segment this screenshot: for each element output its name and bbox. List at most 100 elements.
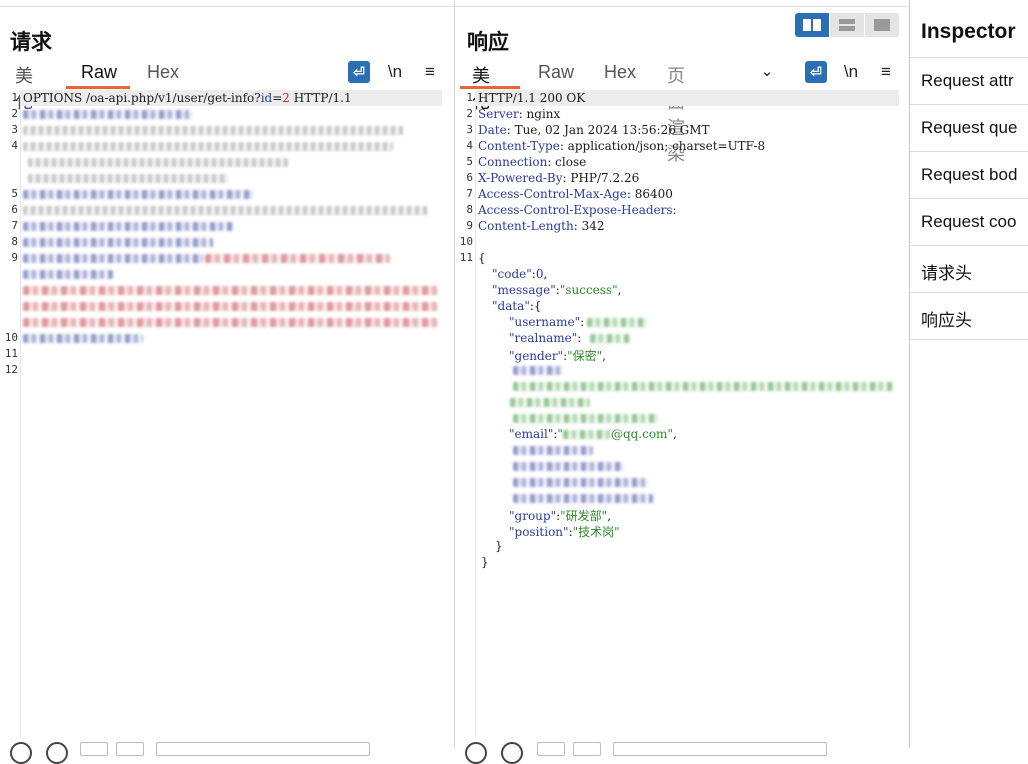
response-newline-toggle[interactable]: \n — [840, 61, 862, 83]
header-value: Tue, 02 Jan 2024 13:56:26 GMT — [510, 123, 710, 137]
header-name: Date — [478, 123, 507, 137]
response-search-input[interactable] — [613, 742, 827, 756]
json-group: "group":"研发部", — [509, 509, 612, 523]
request-newline-toggle[interactable]: \n — [384, 61, 406, 83]
single-pane-icon[interactable] — [865, 13, 899, 37]
response-gutter: 1 2 3 4 5 6 7 8 9 10 11 — [455, 90, 476, 738]
line-number: 4 — [11, 139, 18, 152]
json-position: "position":"技术岗" — [509, 525, 620, 539]
request-wrap-icon[interactable]: ⏎ — [348, 61, 370, 83]
json-key: "group" — [509, 509, 557, 523]
forward-button[interactable] — [573, 742, 601, 756]
json-value: "研发部" — [560, 509, 608, 523]
redacted-field — [513, 478, 648, 487]
request-path: /oa-api.php/v1/user/get-info? — [82, 91, 261, 105]
inspector-pane: Inspector Request attr Request que Reque… — [910, 0, 1028, 748]
line-number: 6 — [11, 203, 18, 216]
json-key: "message" — [492, 283, 556, 297]
help-icon[interactable] — [10, 742, 32, 764]
request-active-tab-indicator — [66, 86, 130, 89]
inspector-item-request-attributes[interactable]: Request attr — [910, 57, 1028, 104]
response-editor[interactable]: 1 2 3 4 5 6 7 8 9 10 11 HTTP/1.1 200 OK … — [455, 90, 909, 738]
redacted-field — [513, 462, 623, 471]
json-key: "username" — [509, 315, 581, 329]
json-email: "email":" @qq.com", — [509, 427, 677, 441]
response-tab-hex[interactable]: Hex — [604, 62, 636, 83]
redacted-header — [205, 254, 390, 263]
redacted-header — [23, 238, 213, 247]
json-message: "message":"success", — [492, 283, 622, 297]
response-tabs-more-icon[interactable]: ⌄ — [756, 61, 778, 83]
request-tab-hex[interactable]: Hex — [147, 62, 179, 83]
redacted-value — [590, 334, 630, 343]
forward-button[interactable] — [116, 742, 144, 756]
line-number: 3 — [466, 123, 473, 136]
header-name: Access-Control-Expose-Headers — [478, 203, 673, 217]
request-bottom-bar — [0, 738, 454, 764]
inspector-item-label: 请求头 — [921, 264, 972, 283]
header-name: Content-Length — [478, 219, 574, 233]
response-menu-icon[interactable]: ≡ — [875, 61, 897, 83]
back-button[interactable] — [80, 742, 108, 756]
header-name: X-Powered-By — [478, 171, 563, 185]
header-name: Access-Control-Max-Age — [478, 187, 627, 201]
response-header: Access-Control-Expose-Headers: — [478, 203, 677, 217]
response-header: Server: nginx — [478, 107, 561, 121]
split-columns-icon[interactable] — [795, 13, 829, 37]
header-value: 86400 — [630, 187, 673, 201]
response-pane: 响应 美化 Raw Hex 页面渲染 ⌄ ⏎ \n ≡ 1 2 3 4 5 6 … — [455, 0, 910, 764]
request-title: 请求 — [10, 31, 52, 54]
response-tab-raw[interactable]: Raw — [538, 62, 574, 83]
inspector-item-request-cookies[interactable]: Request coo — [910, 198, 1028, 245]
response-header: Content-Length: 342 — [478, 219, 605, 233]
settings-icon[interactable] — [501, 742, 523, 764]
header-value: PHP/7.2.26 — [566, 171, 640, 185]
request-editor[interactable]: 1 2 3 4 5 6 7 8 9 10 11 12 OPTIONS /oa-a… — [0, 90, 454, 738]
response-header: Content-Type: application/json; charset=… — [478, 139, 766, 153]
response-wrap-icon[interactable]: ⏎ — [805, 61, 827, 83]
redacted-header — [23, 126, 403, 135]
request-tab-raw[interactable]: Raw — [81, 62, 117, 83]
header-value: application/json; charset=UTF-8 — [563, 139, 766, 153]
redacted-header — [28, 158, 288, 167]
line-number: 2 — [11, 107, 18, 120]
line-number: 5 — [11, 187, 18, 200]
inspector-item-request-headers[interactable]: 请求头 — [910, 245, 1028, 292]
line-number: 9 — [466, 219, 473, 232]
line-number: 7 — [466, 187, 473, 200]
line-number: 9 — [11, 251, 18, 264]
line-number: 4 — [466, 139, 473, 152]
inspector-title: Inspector — [921, 20, 1016, 43]
request-menu-icon[interactable]: ≡ — [419, 61, 441, 83]
json-value: "success" — [559, 283, 618, 297]
inspector-item-request-body[interactable]: Request bod — [910, 151, 1028, 198]
inspector-item-label: Request coo — [921, 212, 1017, 231]
redacted-value — [587, 318, 647, 327]
request-gutter: 1 2 3 4 5 6 7 8 9 10 11 12 — [0, 90, 21, 738]
request-pane: 请求 美化 Raw Hex ⏎ \n ≡ 1 2 3 4 5 6 7 8 9 1… — [0, 0, 455, 764]
json-realname: "realname": — [509, 331, 582, 345]
json-key: "data" — [492, 299, 530, 313]
redacted-header — [23, 190, 253, 199]
redacted-header — [23, 206, 428, 215]
response-header: Access-Control-Max-Age: 86400 — [478, 187, 673, 201]
settings-icon[interactable] — [46, 742, 68, 764]
line-number: 2 — [466, 107, 473, 120]
inspector-item-label: 响应头 — [921, 311, 972, 330]
json-value: @qq.com" — [610, 427, 673, 441]
redacted-header — [23, 334, 143, 343]
line-number: 1 — [11, 91, 18, 104]
json-data: "data":{ — [492, 299, 542, 313]
redacted-field — [513, 382, 893, 391]
redacted-field — [513, 494, 653, 503]
inspector-item-response-headers[interactable]: 响应头 — [910, 292, 1028, 340]
redacted-cookie — [23, 286, 438, 295]
back-button[interactable] — [537, 742, 565, 756]
inspector-item-request-query[interactable]: Request que — [910, 104, 1028, 151]
redacted-header — [23, 222, 233, 231]
redacted-field — [513, 446, 593, 455]
request-search-input[interactable] — [156, 742, 370, 756]
help-icon[interactable] — [465, 742, 487, 764]
split-rows-icon[interactable] — [830, 13, 864, 37]
redacted-header — [23, 110, 193, 119]
